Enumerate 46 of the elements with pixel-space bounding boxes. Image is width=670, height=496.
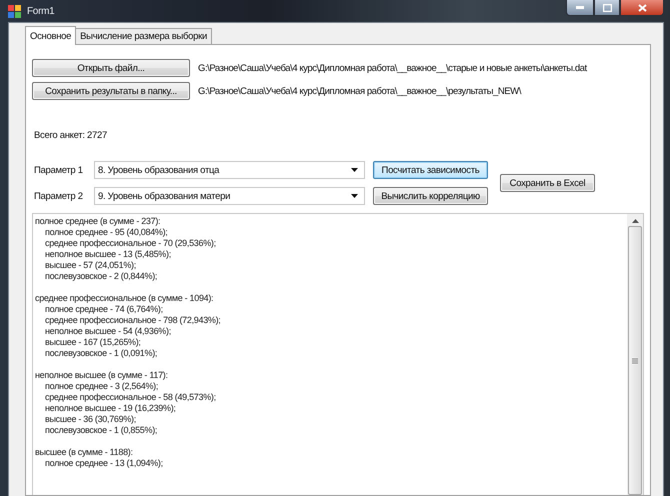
- window-title: Form1: [27, 6, 54, 16]
- tab[interactable]: Вычисление размера выборки: [75, 28, 212, 45]
- minimize-icon: [576, 6, 584, 9]
- parameter-dropdown[interactable]: 9. Уровень образования матери: [94, 187, 365, 205]
- result-line: неполное высшее - 13 (5,485%);: [44, 249, 172, 260]
- scroll-thumb[interactable]: [628, 226, 642, 495]
- close-icon: [638, 4, 646, 12]
- result-line: полное среднее - 74 (6,764%);: [44, 304, 164, 315]
- minimize-button[interactable]: [566, 0, 594, 16]
- scroll-up-icon[interactable]: [632, 219, 638, 223]
- result-line: послевузовское - 2 (0,844%);: [44, 271, 158, 282]
- action-button[interactable]: Вычислить корреляцию: [373, 187, 488, 205]
- action-button[interactable]: Посчитать зависимость: [373, 161, 488, 179]
- result-line: послевузовское - 1 (0,855%);: [44, 425, 158, 436]
- result-line: неполное высшее (в сумме - 117):: [35, 370, 169, 381]
- result-line: послевузовское - 1 (0,091%);: [44, 348, 158, 359]
- tab[interactable]: Основное: [25, 26, 76, 45]
- result-line: неполное высшее - 19 (16,239%);: [44, 403, 177, 414]
- maximize-button[interactable]: [594, 0, 620, 16]
- result-line: неполное высшее - 54 (4,936%);: [44, 326, 172, 337]
- result-line: высшее - 167 (15,265%);: [44, 337, 142, 348]
- maximize-icon: [602, 4, 612, 12]
- total-label: Всего анкет: 2727: [34, 130, 108, 141]
- result-line: высшее (в сумме - 1188):: [35, 447, 134, 458]
- result-line: среднее профессиональное - 798 (72,943%);: [44, 315, 222, 326]
- parameter-label: Параметр 1: [34, 164, 84, 176]
- path-label: G:\Разное\Саша\Учеба\4 курс\Дипломная работа\__важное__\результаты_NEW\: [198, 86, 521, 96]
- dropdown-arrow-icon: [351, 194, 358, 198]
- result-line: полное среднее - 3 (2,564%);: [44, 381, 160, 392]
- path-label: G:\Разное\Саша\Учеба\4 курс\Дипломная работа\__важное__\старые и новые анкеты\анкеты.dat: [198, 62, 587, 74]
- close-button[interactable]: [620, 0, 664, 16]
- result-line: полное среднее - 95 (40,084%);: [44, 227, 168, 238]
- result-line: среднее профессиональное - 70 (29,536%);: [44, 238, 217, 249]
- result-line: среднее профессиональное (в сумме - 1094):: [35, 293, 214, 304]
- save-excel-button[interactable]: Сохранить в Excel: [500, 174, 595, 192]
- app-icon: [8, 4, 21, 18]
- result-line: полное среднее - 13 (1,094%);: [44, 458, 164, 469]
- open-file-button[interactable]: Открыть файл...: [32, 59, 190, 77]
- parameter-label: Параметр 2: [34, 190, 84, 202]
- result-line: полное среднее (в сумме - 237):: [35, 216, 162, 227]
- parameter-dropdown[interactable]: 8. Уровень образования отца: [94, 161, 365, 179]
- save-results-button[interactable]: Сохранить результаты в папку...: [32, 82, 190, 100]
- result-line: высшее - 57 (24,051%);: [44, 260, 137, 271]
- result-line: высшее - 36 (30,769%);: [44, 414, 137, 425]
- result-line: среднее профессиональное - 58 (49,573%);: [44, 392, 217, 403]
- dropdown-arrow-icon: [351, 168, 358, 172]
